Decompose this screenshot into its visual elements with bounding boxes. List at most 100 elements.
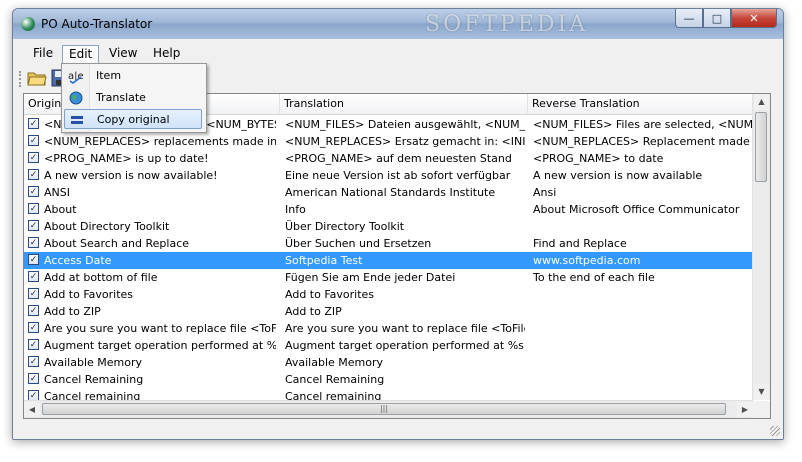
table-row[interactable]: ✓ Are you sure you want to replace file <… — [24, 320, 770, 337]
cell-reverse-translation[interactable]: www.softpedia.com — [533, 252, 753, 269]
cell-reverse-translation[interactable] — [533, 218, 753, 235]
menu-view[interactable]: View — [103, 45, 143, 62]
cell-translation[interactable]: Augment target operation performed at %s… — [285, 337, 525, 354]
row-checkbox[interactable]: ✓ — [28, 203, 39, 214]
toolbar-grip[interactable] — [19, 71, 24, 87]
table-row[interactable]: ✓ Available Memory Available Memory — [24, 354, 770, 371]
table-row[interactable]: ✓ Augment target operation performed at %… — [24, 337, 770, 354]
column-header-reverse-translation[interactable]: Reverse Translation — [528, 94, 770, 114]
cell-original[interactable]: A new version is now available! — [44, 167, 276, 184]
table-row[interactable]: ✓ <PROG_NAME> is up to date! <PROG_NAME> a… — [24, 150, 770, 167]
menu-edit[interactable]: Edit — [62, 45, 100, 63]
cell-original[interactable]: About Directory Toolkit — [44, 218, 276, 235]
table-row[interactable]: ✓ About Info About Microsoft Office Communi… — [24, 201, 770, 218]
minimize-button[interactable]: — — [675, 9, 703, 28]
row-checkbox[interactable]: ✓ — [28, 220, 39, 231]
cell-translation[interactable]: <NUM_REPLACES> Ersatz gemacht in: <INI_P — [285, 133, 525, 150]
cell-original[interactable]: Augment target operation performed at %s… — [44, 337, 276, 354]
table-row[interactable]: ✓ About Search and Replace Über Suchen und… — [24, 235, 770, 252]
cell-original[interactable]: Add at bottom of file — [44, 269, 276, 286]
cell-reverse-translation[interactable]: <NUM_REPLACES> Replacement made in: <INI — [533, 133, 753, 150]
menu-help[interactable]: Help — [147, 45, 186, 62]
cell-original[interactable]: Add to Favorites — [44, 286, 276, 303]
cell-translation[interactable]: Eine neue Version ist ab sofort verfügba… — [285, 167, 525, 184]
vertical-scroll-thumb[interactable] — [755, 112, 767, 182]
cell-translation[interactable]: Softpedia Test — [285, 252, 525, 269]
cell-translation[interactable]: Fügen Sie am Ende jeder Datei — [285, 269, 525, 286]
row-checkbox[interactable]: ✓ — [28, 152, 39, 163]
table-row[interactable]: ✓ Access Date Softpedia Test www.softpedia.… — [24, 252, 770, 269]
cell-reverse-translation[interactable] — [533, 286, 753, 303]
row-checkbox[interactable]: ✓ — [28, 186, 39, 197]
cell-translation[interactable]: Add to Favorites — [285, 286, 525, 303]
table-row[interactable]: ✓ Add to ZIP Add to ZIP — [24, 303, 770, 320]
table-row[interactable]: ✓ Add to Favorites Add to Favorites — [24, 286, 770, 303]
cell-original[interactable]: Access Date — [44, 252, 276, 269]
cell-reverse-translation[interactable] — [533, 354, 753, 371]
cell-reverse-translation[interactable] — [533, 320, 753, 337]
row-checkbox[interactable]: ✓ — [28, 373, 39, 384]
scroll-up-arrow-icon[interactable]: ▲ — [754, 94, 769, 110]
scroll-right-arrow-icon[interactable]: ▶ — [737, 402, 753, 417]
row-checkbox[interactable]: ✓ — [28, 118, 39, 129]
cell-reverse-translation[interactable]: Ansi — [533, 184, 753, 201]
open-button[interactable] — [27, 69, 49, 89]
cell-original[interactable]: <PROG_NAME> is up to date! — [44, 150, 276, 167]
column-header-translation[interactable]: Translation — [280, 94, 528, 114]
cell-original[interactable]: About Search and Replace — [44, 235, 276, 252]
cell-original[interactable]: Are you sure you want to replace file <T… — [44, 320, 276, 337]
row-checkbox[interactable]: ✓ — [28, 254, 39, 265]
cell-reverse-translation[interactable]: A new version is now available — [533, 167, 753, 184]
cell-original[interactable]: About — [44, 201, 276, 218]
cell-reverse-translation[interactable]: <NUM_FILES> Files are selected, <NUM_BYT… — [533, 116, 753, 133]
cell-translation[interactable]: Are you sure you want to replace file <T… — [285, 320, 525, 337]
menu-item-item[interactable]: a|e Item — [64, 66, 202, 86]
scroll-down-arrow-icon[interactable]: ▼ — [754, 384, 769, 400]
table-row[interactable]: ✓ ANSI American National Standards Institu… — [24, 184, 770, 201]
table-row[interactable]: ✓ <NUM_REPLACES> replacements made in: <NU… — [24, 133, 770, 150]
cell-original[interactable]: Add to ZIP — [44, 303, 276, 320]
cell-original[interactable]: ANSI — [44, 184, 276, 201]
cell-original[interactable]: <NUM_REPLACES> replacements made in: — [44, 133, 276, 150]
table-row[interactable]: ✓ Cancel Remaining Cancel Remaining — [24, 371, 770, 388]
maximize-button[interactable]: □ — [703, 9, 731, 28]
row-checkbox[interactable]: ✓ — [28, 237, 39, 248]
row-checkbox[interactable]: ✓ — [28, 356, 39, 367]
cell-reverse-translation[interactable] — [533, 303, 753, 320]
cell-original[interactable]: Available Memory — [44, 354, 276, 371]
table-row[interactable]: ✓ A new version is now available! Eine neu… — [24, 167, 770, 184]
cell-translation[interactable]: American National Standards Institute — [285, 184, 525, 201]
cell-reverse-translation[interactable]: <PROG_NAME> to date — [533, 150, 753, 167]
table-row[interactable]: ✓ Add at bottom of file Fügen Sie am Ende … — [24, 269, 770, 286]
cell-translation[interactable]: <NUM_FILES> Dateien ausgewählt, <NUM_BY.… — [285, 116, 525, 133]
cell-reverse-translation[interactable] — [533, 371, 753, 388]
cell-original[interactable]: Cancel Remaining — [44, 371, 276, 388]
row-checkbox[interactable]: ✓ — [28, 271, 39, 282]
menu-file[interactable]: File — [27, 45, 59, 62]
cell-reverse-translation[interactable]: To the end of each file — [533, 269, 753, 286]
vertical-scrollbar[interactable]: ▲ ▼ — [752, 94, 770, 400]
cell-translation[interactable]: Über Directory Toolkit — [285, 218, 525, 235]
cell-translation[interactable]: Add to ZIP — [285, 303, 525, 320]
cell-translation[interactable]: Info — [285, 201, 525, 218]
menu-item-translate[interactable]: Translate — [64, 88, 202, 108]
horizontal-scrollbar[interactable]: ◀ ||| ▶ — [24, 400, 753, 418]
cell-reverse-translation[interactable]: About Microsoft Office Communicator — [533, 201, 753, 218]
scroll-left-arrow-icon[interactable]: ◀ — [24, 402, 40, 417]
cell-reverse-translation[interactable]: Find and Replace — [533, 235, 753, 252]
row-checkbox[interactable]: ✓ — [28, 288, 39, 299]
row-checkbox[interactable]: ✓ — [28, 305, 39, 316]
menu-item-copy-original[interactable]: Copy original — [64, 109, 202, 129]
row-checkbox[interactable]: ✓ — [28, 135, 39, 146]
cell-reverse-translation[interactable] — [533, 337, 753, 354]
cell-translation[interactable]: <PROG_NAME> auf dem neuesten Stand — [285, 150, 525, 167]
row-checkbox[interactable]: ✓ — [28, 169, 39, 180]
horizontal-scroll-thumb[interactable]: ||| — [42, 403, 726, 415]
cell-translation[interactable]: Über Suchen und Ersetzen — [285, 235, 525, 252]
row-checkbox[interactable]: ✓ — [28, 322, 39, 333]
row-checkbox[interactable]: ✓ — [28, 339, 39, 350]
title-bar[interactable]: PO Auto-Translator SOFTPEDIA — □ ✕ — [13, 9, 783, 39]
table-row[interactable]: ✓ About Directory Toolkit Über Directory T… — [24, 218, 770, 235]
close-button[interactable]: ✕ — [731, 9, 777, 28]
cell-translation[interactable]: Cancel Remaining — [285, 371, 525, 388]
